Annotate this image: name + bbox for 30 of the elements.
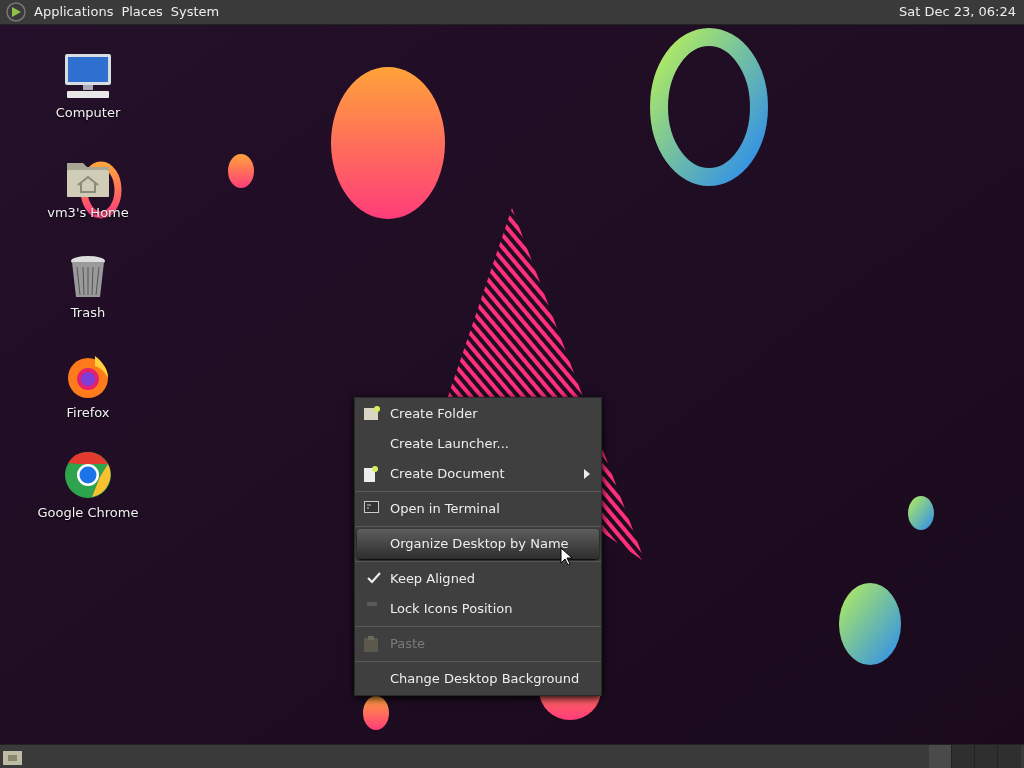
workspace-switcher[interactable] — [929, 745, 1021, 768]
menu-item[interactable]: Open in Terminal — [357, 494, 599, 524]
chrome-icon — [64, 451, 112, 499]
desktop-icon-label[interactable]: Computer — [55, 103, 121, 123]
menu-item[interactable]: Keep Aligned — [357, 564, 599, 594]
menu-logo-icon[interactable] — [6, 2, 26, 22]
firefox-icon — [65, 353, 111, 399]
menu-item[interactable]: Create Launcher... — [357, 429, 599, 459]
submenu-arrow-icon — [584, 469, 590, 479]
desktop-icon-label[interactable]: Trash — [70, 303, 106, 323]
menu-item[interactable]: Lock Icons Position — [357, 594, 599, 624]
desktop-icon-label[interactable]: Google Chrome — [37, 503, 139, 523]
menu-item[interactable]: Create Document — [357, 459, 599, 489]
trash-icon — [69, 255, 107, 299]
terminal-icon — [364, 501, 379, 513]
menu-item[interactable]: Change Desktop Background — [357, 664, 599, 694]
clock[interactable]: Sat Dec 23, 06:24 — [899, 2, 1018, 22]
panel-menu[interactable]: Applications — [34, 2, 114, 22]
new-document-icon — [364, 466, 378, 482]
panel-menu[interactable]: Places — [121, 2, 163, 22]
computer-icon — [63, 53, 113, 99]
new-folder-icon — [364, 406, 380, 420]
show-desktop-icon[interactable] — [3, 748, 23, 765]
menu-item[interactable]: Create Folder — [357, 399, 599, 429]
mouse-pointer-icon — [560, 547, 572, 565]
clipboard-icon — [364, 636, 378, 652]
desktop-icon-label[interactable]: Firefox — [66, 403, 110, 423]
check-icon — [367, 572, 381, 584]
menu-item[interactable]: Organize Desktop by Name — [357, 529, 599, 559]
panel-menu[interactable]: System — [170, 2, 220, 22]
